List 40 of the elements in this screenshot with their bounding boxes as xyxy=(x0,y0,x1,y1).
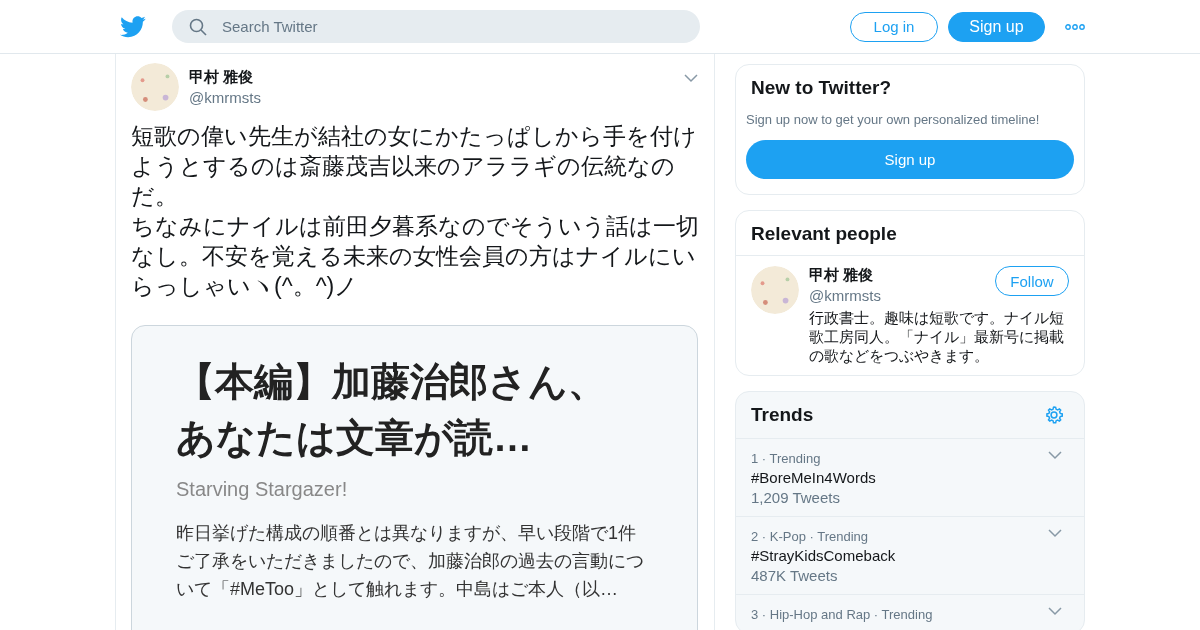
author-name[interactable]: 甲村 雅俊 xyxy=(189,68,261,87)
trend-item[interactable]: 3 · Hip-Hop and Rap · Trending xyxy=(736,595,1084,630)
login-button[interactable]: Log in xyxy=(850,11,938,42)
chevron-down-icon[interactable] xyxy=(1048,451,1062,460)
tweet-text: 短歌の偉い先生が結社の女にかたっぱしから手を付けようとするのは斎藤茂吉以来のアララギの伝統なのだ。 xyxy=(131,122,698,211)
card-description: 昨日挙げた構成の順番とは異なりますが、早い段階で1件ご了承をいただきましたので、加藤治郎の過去の言動について「#MeToo」として触れます。中島はご本人（以… xyxy=(176,522,645,601)
avatar[interactable] xyxy=(131,63,179,111)
follow-button[interactable]: Follow xyxy=(995,266,1069,296)
link-card[interactable]: 【本編】加藤治郎さん、あなたは文章が読… Starving Stargazer! 昨日挙げた構成の順番とは異なりますが、早い段階で1件ご了承をいただきましたので、加藤治郎の過去の言動について「#MeToo」として触れます。中島はご本人（以… xyxy=(131,325,698,630)
trend-name: #BoreMeIn4Words xyxy=(751,469,876,486)
chevron-down-icon[interactable] xyxy=(684,74,698,83)
trend-name: #StrayKidsComeback xyxy=(751,547,896,564)
card-title: 【本編】加藤治郎さん、あなたは文章が読… xyxy=(176,359,608,461)
trend-meta: 1 · Trending xyxy=(751,451,822,466)
search-icon xyxy=(189,18,207,36)
chevron-down-icon[interactable] xyxy=(1048,529,1062,538)
more-icon[interactable] xyxy=(1065,23,1085,30)
avatar[interactable] xyxy=(751,266,799,314)
search-field[interactable]: Search Twitter xyxy=(172,10,700,43)
card-heading: Relevant people xyxy=(736,211,1084,256)
signup-button[interactable]: Sign up xyxy=(948,11,1045,42)
chevron-down-icon[interactable] xyxy=(1048,607,1062,616)
signup-text: Sign up now to get your own personalized timeline! xyxy=(746,112,1041,127)
card-site: Starving Stargazer! xyxy=(176,478,349,501)
trend-item[interactable]: 2 · K-Pop · Trending #StrayKidsComeback 487K Tweets xyxy=(736,517,1084,595)
tweet-count: 487K Tweets xyxy=(751,567,839,584)
person-bio: 行政書士。趣味は短歌です。ナイル短歌工房同人。「ナイル」最新号に掲載の歌などをつぶやきます。 xyxy=(809,308,1065,365)
author-handle[interactable]: @kmrmsts xyxy=(189,89,261,106)
trend-item[interactable]: 1 · Trending #BoreMeIn4Words 1,209 Tweets xyxy=(736,439,1084,517)
card-heading: Trends xyxy=(751,404,814,426)
trend-meta: 2 · K-Pop · Trending xyxy=(751,529,870,544)
bird-logo[interactable] xyxy=(120,15,146,38)
signup-button[interactable]: Sign up xyxy=(746,140,1074,179)
person-name[interactable]: 甲村 雅俊 xyxy=(809,266,881,285)
tweet-count: 1,209 Tweets xyxy=(751,489,841,506)
settings-icon[interactable] xyxy=(1044,405,1064,425)
trend-meta: 3 · Hip-Hop and Rap · Trending xyxy=(751,607,933,622)
card-heading: New to Twitter? xyxy=(750,77,893,99)
tweet-text: ちなみにナイルは前田夕暮系なのでそういう話は一切なし。不安を覚える未来の女性会員の方はナイルにいらっしゃいヽ(^。^)ノ xyxy=(131,212,700,301)
person-handle[interactable]: @kmrmsts xyxy=(809,287,881,304)
